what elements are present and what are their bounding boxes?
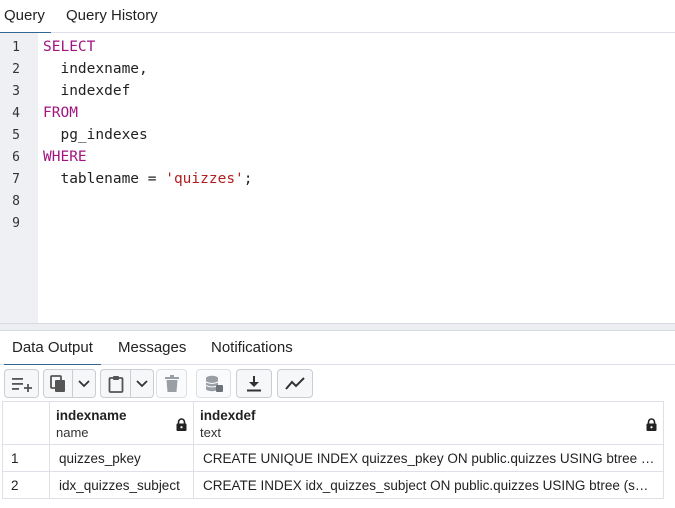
- code-line: indexdef: [43, 83, 130, 99]
- line-number: 4: [12, 106, 20, 121]
- sql-editor[interactable]: 1 2 3 4 5 6 7 8 9 SELECT indexname, inde…: [0, 33, 675, 323]
- data-output-toolbar: [0, 365, 675, 401]
- column-header-indexdef[interactable]: indexdef text: [194, 401, 664, 445]
- column-name: indexname: [56, 408, 127, 423]
- sql-keyword: SELECT: [43, 39, 96, 55]
- copy-icon: [50, 374, 66, 393]
- code-line: tablename = 'quizzes';: [43, 171, 253, 187]
- query-tabs-bar: Query Query History: [0, 0, 675, 34]
- code-text: tablename =: [43, 171, 166, 187]
- line-number: 5: [12, 128, 20, 143]
- save-data-icon: [205, 375, 223, 393]
- sql-string: 'quizzes': [165, 171, 244, 187]
- row-number-cell[interactable]: 2: [2, 472, 50, 499]
- tab-data-output[interactable]: Data Output: [4, 331, 101, 366]
- line-number: 8: [12, 194, 20, 209]
- code-text: indexname,: [43, 61, 148, 77]
- save-data-button[interactable]: [196, 369, 231, 398]
- chevron-down-icon: [136, 379, 148, 388]
- table-cell-indexname[interactable]: idx_quizzes_subject: [50, 472, 194, 499]
- tab-query-history[interactable]: Query History: [66, 0, 158, 33]
- column-type: name: [56, 425, 89, 440]
- line-number: 9: [12, 216, 20, 231]
- code-text: pg_indexes: [43, 127, 148, 143]
- column-name: indexdef: [200, 408, 256, 423]
- delete-icon: [164, 375, 179, 392]
- tab-messages[interactable]: Messages: [118, 331, 186, 365]
- code-line: pg_indexes: [43, 127, 148, 143]
- code-line: SELECT: [43, 39, 95, 55]
- row-number-cell[interactable]: 1: [2, 445, 50, 472]
- code-text: indexdef: [43, 83, 131, 99]
- line-number: 6: [12, 150, 20, 165]
- row-number-header[interactable]: [2, 401, 50, 445]
- paste-icon: [108, 375, 124, 393]
- code-text: ;: [243, 171, 253, 187]
- line-number-gutter: 1 2 3 4 5 6 7 8 9: [0, 33, 38, 323]
- delete-button[interactable]: [156, 369, 187, 398]
- paste-button[interactable]: [100, 369, 131, 398]
- chevron-down-icon: [78, 379, 90, 388]
- add-row-button[interactable]: [4, 369, 39, 398]
- line-number: 7: [12, 172, 20, 187]
- paste-options-dropdown[interactable]: [131, 369, 154, 398]
- table-cell-indexname[interactable]: quizzes_pkey: [50, 445, 194, 472]
- code-line: indexname,: [43, 61, 148, 77]
- table-cell-indexdef[interactable]: CREATE INDEX idx_quizzes_subject ON publ…: [194, 472, 664, 499]
- results-tabs-bar: Data Output Messages Notifications: [0, 331, 675, 366]
- column-header-indexname[interactable]: indexname name: [50, 401, 194, 445]
- tab-query[interactable]: Query: [0, 0, 51, 34]
- graph-visualiser-button[interactable]: [277, 369, 313, 398]
- download-button[interactable]: [236, 369, 272, 398]
- table-cell-indexdef[interactable]: CREATE UNIQUE INDEX quizzes_pkey ON publ…: [194, 445, 664, 472]
- add-row-icon: [11, 376, 33, 392]
- line-number: 3: [12, 84, 20, 99]
- code-line: FROM: [43, 105, 78, 121]
- line-number: 1: [12, 40, 20, 55]
- download-icon: [247, 375, 261, 392]
- line-number: 2: [12, 62, 20, 77]
- copy-button[interactable]: [43, 369, 73, 398]
- tab-notifications[interactable]: Notifications: [211, 331, 293, 365]
- sql-keyword: FROM: [43, 105, 78, 121]
- copy-options-dropdown[interactable]: [73, 369, 96, 398]
- sql-keyword: WHERE: [43, 149, 87, 165]
- panel-splitter[interactable]: [0, 323, 675, 331]
- lock-icon: [176, 418, 187, 436]
- code-line: WHERE: [43, 149, 87, 165]
- column-type: text: [200, 425, 221, 440]
- graph-icon: [285, 376, 305, 391]
- lock-icon: [646, 418, 657, 436]
